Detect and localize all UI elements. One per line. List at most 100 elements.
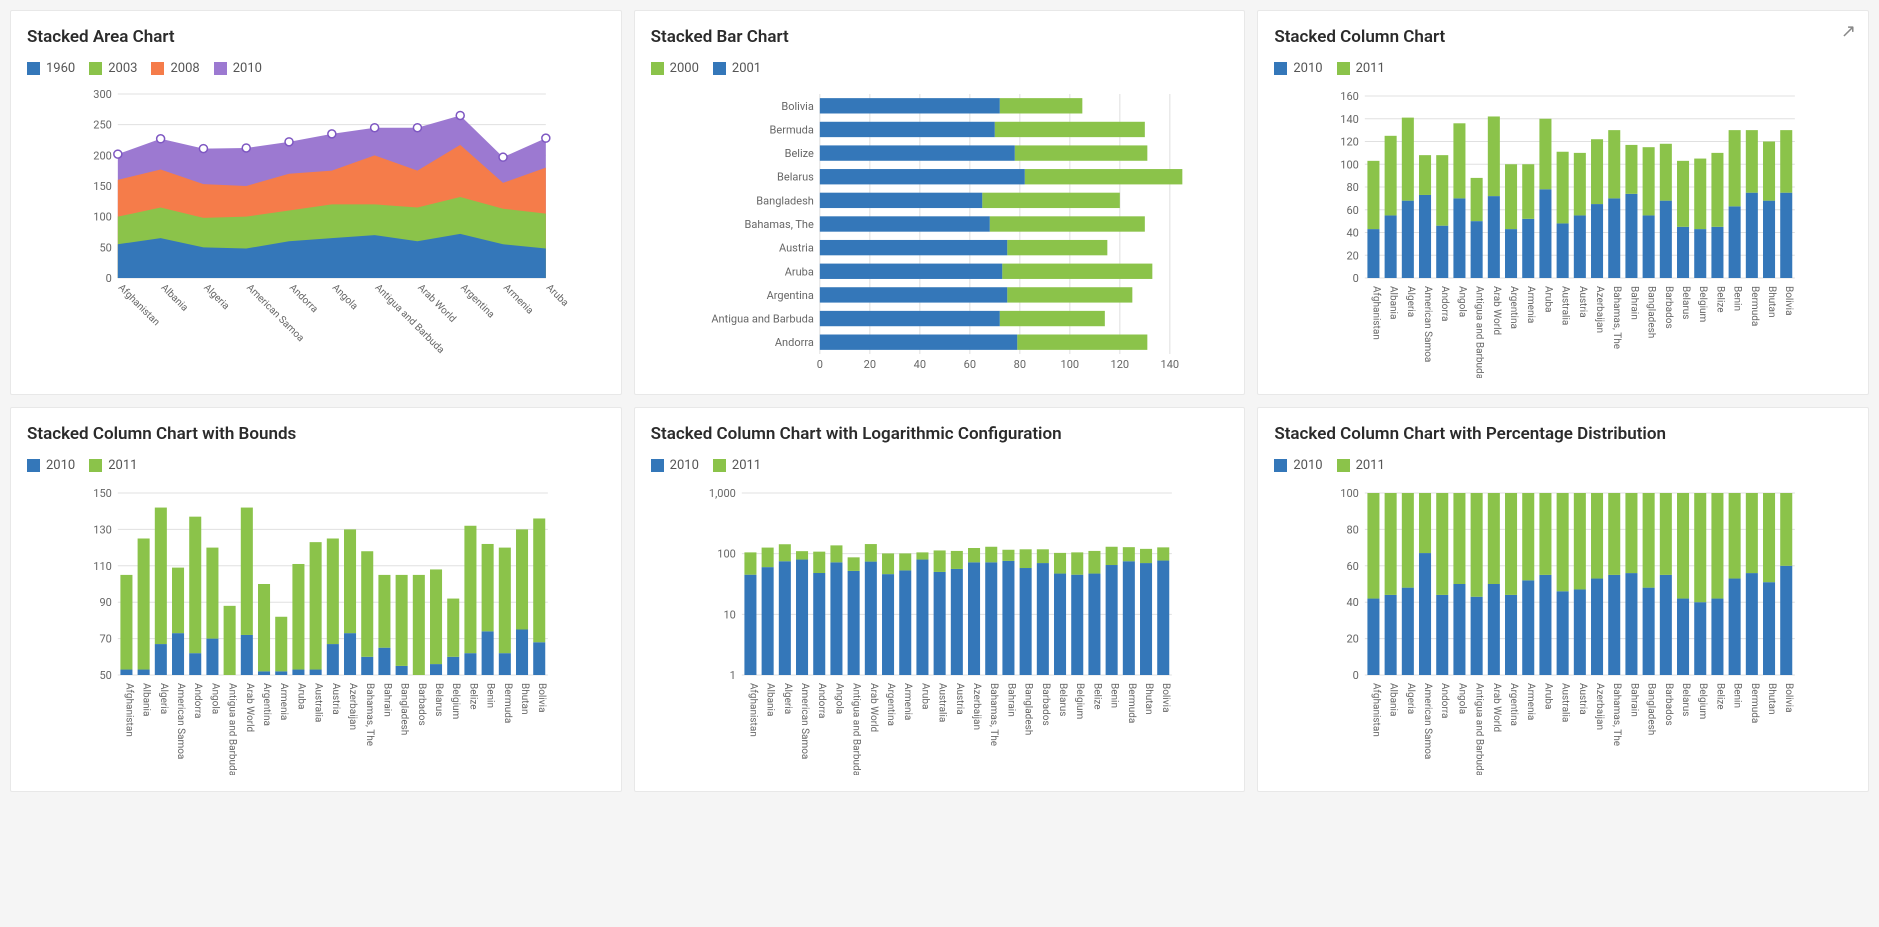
maximize-icon[interactable]: ↗ (1841, 21, 1856, 42)
svg-text:Austria: Austria (779, 242, 814, 255)
svg-text:200: 200 (93, 149, 112, 162)
svg-text:Belarus: Belarus (433, 683, 444, 716)
svg-text:Bahamas, The: Bahamas, The (744, 218, 813, 231)
svg-text:Antigua and Barbuda: Antigua and Barbuda (850, 683, 861, 775)
legend-item-2010[interactable]: 2010 (1274, 61, 1322, 76)
svg-text:Australia: Australia (936, 683, 947, 722)
card-stacked-column-pct[interactable]: Stacked Column Chart with Percentage Dis… (1257, 407, 1869, 792)
svg-text:Belarus: Belarus (1680, 683, 1691, 716)
svg-text:American Samoa: American Samoa (799, 683, 810, 759)
svg-text:Andorra: Andorra (192, 683, 203, 718)
svg-text:0: 0 (816, 358, 822, 371)
legend: 1960 2003 2008 2010 (27, 61, 605, 76)
svg-text:Andorra: Andorra (287, 282, 320, 315)
svg-text:Austria: Austria (953, 683, 964, 715)
chart-plot-area[interactable]: 020406080100120140BoliviaBermudaBelizeBe… (651, 88, 1229, 378)
svg-text:Angola: Angola (209, 683, 220, 714)
legend-item-1960[interactable]: 1960 (27, 61, 75, 76)
chart-plot-area[interactable]: 050100150200250300AfghanistanAlbaniaAlge… (27, 88, 605, 368)
svg-text:20: 20 (863, 358, 875, 371)
svg-text:Algeria: Algeria (201, 282, 231, 312)
card-title: Stacked Column Chart with Percentage Dis… (1274, 424, 1852, 444)
legend-item-2011[interactable]: 2011 (89, 458, 137, 473)
svg-text:1,000: 1,000 (709, 487, 736, 500)
svg-text:Bermuda: Bermuda (1749, 683, 1760, 723)
legend-item-2000[interactable]: 2000 (651, 61, 699, 76)
svg-text:40: 40 (1347, 596, 1359, 609)
svg-text:Belarus: Belarus (1680, 286, 1691, 319)
svg-text:Albania: Albania (1388, 683, 1399, 716)
svg-text:Bangladesh: Bangladesh (756, 194, 814, 207)
svg-text:Andorra: Andorra (775, 336, 814, 349)
svg-text:90: 90 (99, 596, 111, 609)
svg-text:0: 0 (1353, 669, 1359, 682)
svg-text:Bahamas, The: Bahamas, The (364, 683, 375, 746)
svg-text:Benin: Benin (1732, 683, 1743, 708)
svg-text:Armenia: Armenia (278, 683, 289, 720)
chart-plot-area[interactable]: 1101001,000AfghanistanAlbaniaAlgeriaAmer… (651, 485, 1229, 775)
svg-text:Barbados: Barbados (1039, 683, 1050, 726)
svg-text:100: 100 (1060, 358, 1079, 371)
svg-text:60: 60 (963, 358, 975, 371)
svg-text:Azerbaijan: Azerbaijan (1594, 286, 1605, 333)
svg-text:American Samoa: American Samoa (1422, 683, 1433, 759)
svg-text:Angola: Angola (330, 282, 360, 312)
svg-text:Bahrain: Bahrain (1629, 683, 1640, 717)
svg-text:Antigua and Barbuda: Antigua and Barbuda (1474, 683, 1485, 775)
chart-plot-area[interactable]: 507090110130150AfghanistanAlbaniaAlgeria… (27, 485, 605, 775)
svg-text:Belize: Belize (1091, 683, 1102, 710)
svg-text:Barbados: Barbados (416, 683, 427, 726)
svg-text:50: 50 (99, 669, 111, 682)
svg-text:40: 40 (1347, 227, 1359, 240)
legend-item-2001[interactable]: 2001 (713, 61, 761, 76)
svg-text:Aruba: Aruba (919, 683, 930, 709)
svg-text:Belize: Belize (784, 147, 813, 160)
legend-item-2010[interactable]: 2010 (651, 458, 699, 473)
chart-plot-area[interactable]: 020406080100120140160AfghanistanAlbaniaA… (1274, 88, 1852, 378)
svg-text:150: 150 (93, 487, 112, 500)
svg-text:Argentina: Argentina (1508, 683, 1519, 726)
chart-plot-area[interactable]: 020406080100AfghanistanAlbaniaAlgeriaAme… (1274, 485, 1852, 775)
card-stacked-column-bounds[interactable]: Stacked Column Chart with Bounds 2010 20… (10, 407, 622, 792)
svg-text:Bolivia: Bolivia (781, 100, 813, 113)
svg-text:Andorra: Andorra (1440, 683, 1451, 718)
svg-text:140: 140 (1341, 113, 1360, 126)
card-stacked-column[interactable]: ↗ Stacked Column Chart 2010 2011 0204060… (1257, 10, 1869, 395)
svg-text:Bolivia: Bolivia (536, 683, 547, 713)
svg-text:Armenia: Armenia (501, 282, 535, 316)
svg-text:Angola: Angola (1457, 683, 1468, 714)
legend-item-2010[interactable]: 2010 (214, 61, 262, 76)
card-stacked-area[interactable]: Stacked Area Chart 1960 2003 2008 2010 0… (10, 10, 622, 395)
svg-text:Arab World: Arab World (1491, 286, 1502, 335)
svg-text:70: 70 (99, 633, 111, 646)
legend-item-2011[interactable]: 2011 (1337, 458, 1385, 473)
card-stacked-column-log[interactable]: Stacked Column Chart with Logarithmic Co… (634, 407, 1246, 792)
svg-text:100: 100 (1341, 158, 1360, 171)
svg-text:110: 110 (93, 560, 112, 573)
svg-text:Belgium: Belgium (450, 683, 461, 720)
svg-text:Aruba: Aruba (544, 282, 571, 309)
svg-text:Australia: Australia (1560, 286, 1571, 325)
dashboard-grid: Stacked Area Chart 1960 2003 2008 2010 0… (10, 10, 1869, 792)
legend-item-2011[interactable]: 2011 (713, 458, 761, 473)
svg-text:Albania: Albania (141, 683, 152, 716)
svg-text:Bahrain: Bahrain (1629, 286, 1640, 320)
svg-text:Bahrain: Bahrain (381, 683, 392, 717)
legend-item-2011[interactable]: 2011 (1337, 61, 1385, 76)
legend-item-2010[interactable]: 2010 (27, 458, 75, 473)
svg-text:Algeria: Algeria (781, 683, 792, 714)
svg-text:Albania: Albania (764, 683, 775, 716)
svg-text:Antigua and Barbuda: Antigua and Barbuda (227, 683, 238, 775)
svg-text:50: 50 (99, 241, 111, 254)
svg-text:Antigua and Barbuda: Antigua and Barbuda (711, 313, 813, 326)
svg-text:60: 60 (1347, 204, 1359, 217)
legend-item-2008[interactable]: 2008 (151, 61, 199, 76)
svg-text:Azerbaijan: Azerbaijan (1594, 683, 1605, 730)
legend-item-2003[interactable]: 2003 (89, 61, 137, 76)
svg-text:130: 130 (93, 523, 112, 536)
card-title: Stacked Column Chart with Bounds (27, 424, 605, 444)
card-stacked-bar[interactable]: Stacked Bar Chart 2000 2001 020406080100… (634, 10, 1246, 395)
legend-item-2010[interactable]: 2010 (1274, 458, 1322, 473)
svg-text:Bangladesh: Bangladesh (399, 683, 410, 735)
legend: 2010 2011 (27, 458, 605, 473)
